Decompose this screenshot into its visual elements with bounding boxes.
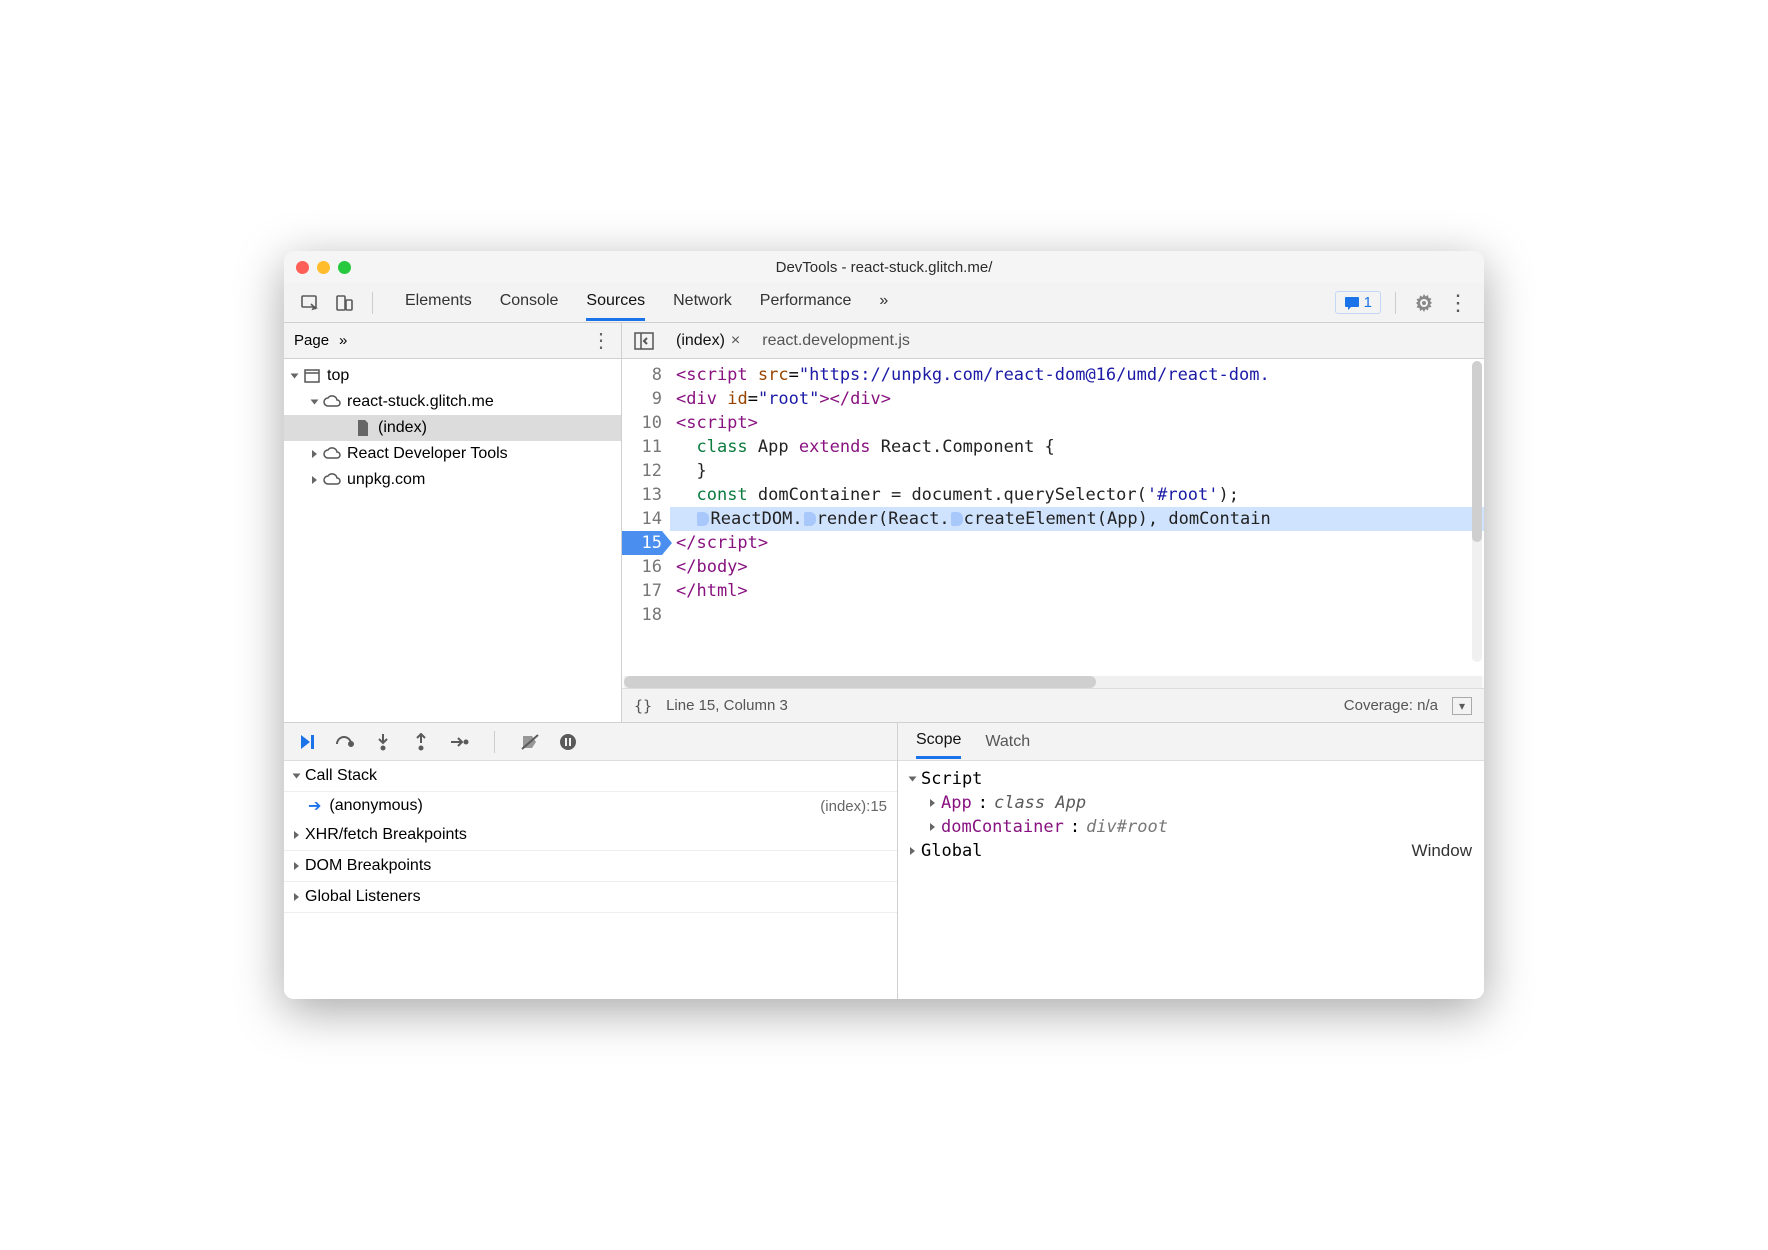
devtools-window: DevTools - react-stuck.glitch.me/ Elemen… xyxy=(284,251,1484,999)
cloud-icon xyxy=(323,446,341,462)
dom-breakpoints-header[interactable]: DOM Breakpoints xyxy=(284,851,897,882)
file-tree: top react-stuck.glitch.me (index) React … xyxy=(284,359,621,722)
window-controls xyxy=(296,261,351,274)
separator xyxy=(1395,292,1396,314)
minimize-window-button[interactable] xyxy=(317,261,330,274)
navigator-menu-icon[interactable]: ⋮ xyxy=(591,328,611,353)
code-editor[interactable]: 89101112131415161718 <script src="https:… xyxy=(622,359,1484,676)
callstack-sections: Call Stack ➔ (anonymous) (index):15 XHR/… xyxy=(284,761,897,999)
tree-item-rdt[interactable]: React Developer Tools xyxy=(284,441,621,467)
titlebar: DevTools - react-stuck.glitch.me/ xyxy=(284,251,1484,283)
current-frame-icon: ➔ xyxy=(308,796,321,816)
show-details-icon[interactable]: ▾ xyxy=(1452,697,1472,715)
tree-item-top[interactable]: top xyxy=(284,363,621,389)
frame-icon xyxy=(303,368,321,384)
zoom-window-button[interactable] xyxy=(338,261,351,274)
step-into-icon[interactable] xyxy=(372,731,394,753)
cloud-icon xyxy=(323,394,341,410)
debugger-toolbar xyxy=(284,723,897,761)
debugger-panel: Call Stack ➔ (anonymous) (index):15 XHR/… xyxy=(284,723,1484,999)
device-toolbar-icon[interactable] xyxy=(330,289,358,317)
step-icon[interactable] xyxy=(448,731,470,753)
issues-badge[interactable]: 1 xyxy=(1335,291,1381,314)
tab-scope[interactable]: Scope xyxy=(916,724,961,759)
scope-pane: Scope Watch Script App: class App domCon… xyxy=(898,723,1484,999)
step-over-icon[interactable] xyxy=(334,731,356,753)
separator xyxy=(372,292,373,314)
pause-exceptions-icon[interactable] xyxy=(557,731,579,753)
xhr-breakpoints-header[interactable]: XHR/fetch Breakpoints xyxy=(284,820,897,851)
pretty-print-icon[interactable]: {} xyxy=(634,697,652,715)
settings-icon[interactable] xyxy=(1410,289,1438,317)
navigator-pane: Page » ⋮ top react-stuck.glitch.me (inde xyxy=(284,323,622,722)
editor-pane: (index) × react.development.js 891011121… xyxy=(622,323,1484,722)
tree-item-index[interactable]: (index) xyxy=(284,415,621,441)
editor-statusbar: {} Line 15, Column 3 Coverage: n/a ▾ xyxy=(622,688,1484,722)
scope-global[interactable]: Global Window xyxy=(910,839,1472,863)
tab-sources[interactable]: Sources xyxy=(586,284,645,321)
tab-overflow[interactable]: » xyxy=(879,284,888,321)
tab-watch[interactable]: Watch xyxy=(985,726,1030,758)
scope-script[interactable]: Script xyxy=(910,767,1472,791)
tree-item-domain[interactable]: react-stuck.glitch.me xyxy=(284,389,621,415)
scope-prop-domcontainer[interactable]: domContainer: div#root xyxy=(910,815,1472,839)
file-tabs: (index) × react.development.js xyxy=(622,323,1484,359)
issues-count: 1 xyxy=(1364,294,1372,311)
inspect-element-icon[interactable] xyxy=(296,289,324,317)
tab-elements[interactable]: Elements xyxy=(405,284,472,321)
step-out-icon[interactable] xyxy=(410,731,432,753)
stack-frame[interactable]: ➔ (anonymous) (index):15 xyxy=(284,792,897,820)
deactivate-breakpoints-icon[interactable] xyxy=(519,731,541,753)
close-window-button[interactable] xyxy=(296,261,309,274)
tab-performance[interactable]: Performance xyxy=(760,284,852,321)
scope-prop-app[interactable]: App: class App xyxy=(910,791,1472,815)
navigator-header: Page » ⋮ xyxy=(284,323,621,359)
callstack-pane: Call Stack ➔ (anonymous) (index):15 XHR/… xyxy=(284,723,898,999)
file-tab-index[interactable]: (index) × xyxy=(672,332,744,350)
code-lines: <script src="https://unpkg.com/react-dom… xyxy=(670,359,1484,676)
more-menu-icon[interactable]: ⋮ xyxy=(1444,289,1472,317)
page-tab[interactable]: Page xyxy=(294,332,329,349)
navigator-overflow[interactable]: » xyxy=(339,332,347,349)
scope-tabs: Scope Watch xyxy=(898,723,1484,761)
panel-tabs: Elements Console Sources Network Perform… xyxy=(405,284,888,321)
vertical-scrollbar[interactable] xyxy=(1472,361,1482,662)
line-gutter: 89101112131415161718 xyxy=(622,359,670,676)
resume-icon[interactable] xyxy=(296,731,318,753)
horizontal-scrollbar[interactable] xyxy=(624,676,1482,688)
global-listeners-header[interactable]: Global Listeners xyxy=(284,882,897,913)
sources-panel: Page » ⋮ top react-stuck.glitch.me (inde xyxy=(284,323,1484,723)
close-tab-icon[interactable]: × xyxy=(731,332,740,350)
callstack-header[interactable]: Call Stack xyxy=(284,761,897,792)
scope-tree: Script App: class App domContainer: div#… xyxy=(898,761,1484,999)
file-icon xyxy=(354,420,372,436)
tab-console[interactable]: Console xyxy=(500,284,559,321)
tab-network[interactable]: Network xyxy=(673,284,732,321)
show-navigator-icon[interactable] xyxy=(630,327,658,355)
cursor-position: Line 15, Column 3 xyxy=(666,697,788,714)
window-title: DevTools - react-stuck.glitch.me/ xyxy=(284,259,1484,276)
file-tab-react[interactable]: react.development.js xyxy=(758,332,914,350)
cloud-icon xyxy=(323,472,341,488)
main-toolbar: Elements Console Sources Network Perform… xyxy=(284,283,1484,323)
separator xyxy=(494,731,495,753)
coverage-label: Coverage: n/a xyxy=(1344,697,1438,714)
tree-item-unpkg[interactable]: unpkg.com xyxy=(284,467,621,493)
